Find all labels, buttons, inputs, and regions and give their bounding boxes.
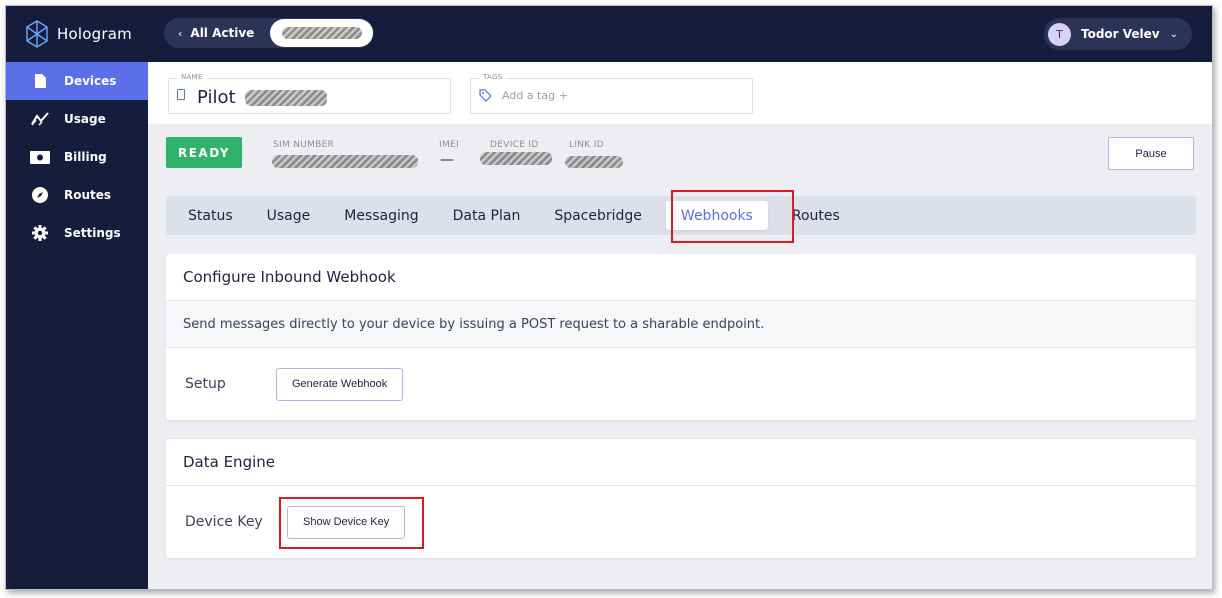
sidebar-item-billing[interactable]: Billing bbox=[6, 138, 148, 176]
chevron-left-icon[interactable]: ‹ bbox=[178, 27, 182, 40]
tags-field-label: TAGS bbox=[479, 73, 507, 81]
tag-icon bbox=[479, 89, 492, 102]
card-description: Send messages directly to your device by… bbox=[166, 301, 1196, 348]
sidebar-item-usage[interactable]: Usage bbox=[6, 100, 148, 138]
setup-row: Setup Generate Webhook bbox=[166, 348, 1196, 420]
sidebar-item-routes[interactable]: Routes bbox=[6, 176, 148, 214]
tab-status[interactable]: Status bbox=[173, 201, 248, 230]
redacted-text bbox=[272, 155, 418, 168]
tab-messaging[interactable]: Messaging bbox=[329, 201, 433, 230]
document-icon bbox=[177, 89, 185, 100]
tab-spacebridge[interactable]: Spacebridge bbox=[539, 201, 657, 230]
sidebar-item-label: Billing bbox=[64, 150, 107, 164]
breadcrumb: ‹ All Active bbox=[164, 18, 375, 48]
show-device-key-highlight bbox=[279, 497, 424, 549]
inbound-webhook-card: Configure Inbound Webhook Send messages … bbox=[166, 254, 1196, 420]
brand-name: Hologram bbox=[57, 25, 132, 43]
billing-card-icon bbox=[30, 149, 50, 165]
name-field-label: NAME bbox=[177, 73, 207, 81]
sidebar-item-label: Devices bbox=[64, 74, 117, 88]
pause-button[interactable]: Pause bbox=[1108, 137, 1194, 170]
imei-value: — bbox=[440, 152, 454, 168]
breadcrumb-all-active[interactable]: All Active bbox=[190, 26, 254, 40]
chevron-down-icon: ⌄ bbox=[1169, 28, 1178, 40]
device-meta-row: NAME Pilot TAGS Add a tag + bbox=[148, 62, 1212, 124]
tab-usage[interactable]: Usage bbox=[252, 201, 326, 230]
sidebar: Hologram Devices Usage Billing Routes Se… bbox=[6, 6, 148, 589]
device-status-row: READY SIM NUMBER IMEI — DEVICE ID LINK I… bbox=[148, 124, 1212, 179]
generate-webhook-button[interactable]: Generate Webhook bbox=[276, 367, 404, 401]
redacted-text bbox=[480, 152, 552, 165]
tags-placeholder: Add a tag + bbox=[502, 89, 568, 102]
tab-data-plan[interactable]: Data Plan bbox=[438, 201, 536, 230]
app-window: Hologram Devices Usage Billing Routes Se… bbox=[5, 5, 1213, 590]
link-id-label: LINK ID bbox=[569, 140, 604, 150]
device-icon bbox=[30, 73, 50, 89]
sidebar-item-label: Routes bbox=[64, 188, 112, 202]
sidebar-item-settings[interactable]: Settings bbox=[6, 214, 148, 252]
device-key-label: Device Key bbox=[185, 514, 263, 530]
sim-number-label: SIM NUMBER bbox=[273, 140, 335, 150]
device-name-field[interactable]: NAME Pilot bbox=[168, 73, 451, 114]
imei-label: IMEI bbox=[439, 140, 459, 150]
gear-icon bbox=[30, 225, 50, 241]
hologram-logo-icon bbox=[26, 20, 48, 48]
sidebar-item-devices[interactable]: Devices bbox=[6, 62, 148, 100]
setup-label: Setup bbox=[185, 376, 226, 392]
webhooks-tab-highlight bbox=[671, 190, 794, 243]
breadcrumb-current-device[interactable] bbox=[270, 19, 374, 47]
sidebar-item-label: Settings bbox=[64, 226, 121, 240]
usage-chart-icon bbox=[30, 111, 50, 127]
tags-field[interactable]: TAGS Add a tag + bbox=[470, 73, 753, 114]
device-id-label: DEVICE ID bbox=[490, 140, 539, 150]
brand[interactable]: Hologram bbox=[6, 6, 148, 62]
redacted-text bbox=[245, 90, 327, 106]
routes-compass-icon bbox=[30, 187, 50, 203]
card-title: Configure Inbound Webhook bbox=[166, 254, 1196, 301]
avatar: T bbox=[1048, 22, 1071, 46]
user-menu[interactable]: T Todor Velev ⌄ bbox=[1044, 18, 1192, 50]
redacted-text bbox=[282, 27, 363, 39]
user-name: Todor Velev bbox=[1081, 27, 1160, 41]
status-badge: READY bbox=[166, 137, 242, 168]
card-title: Data Engine bbox=[166, 439, 1196, 486]
redacted-text bbox=[565, 156, 623, 168]
top-bar: ‹ All Active T Todor Velev ⌄ bbox=[148, 6, 1212, 62]
sidebar-item-label: Usage bbox=[64, 112, 106, 126]
device-name-value: Pilot bbox=[197, 87, 236, 108]
